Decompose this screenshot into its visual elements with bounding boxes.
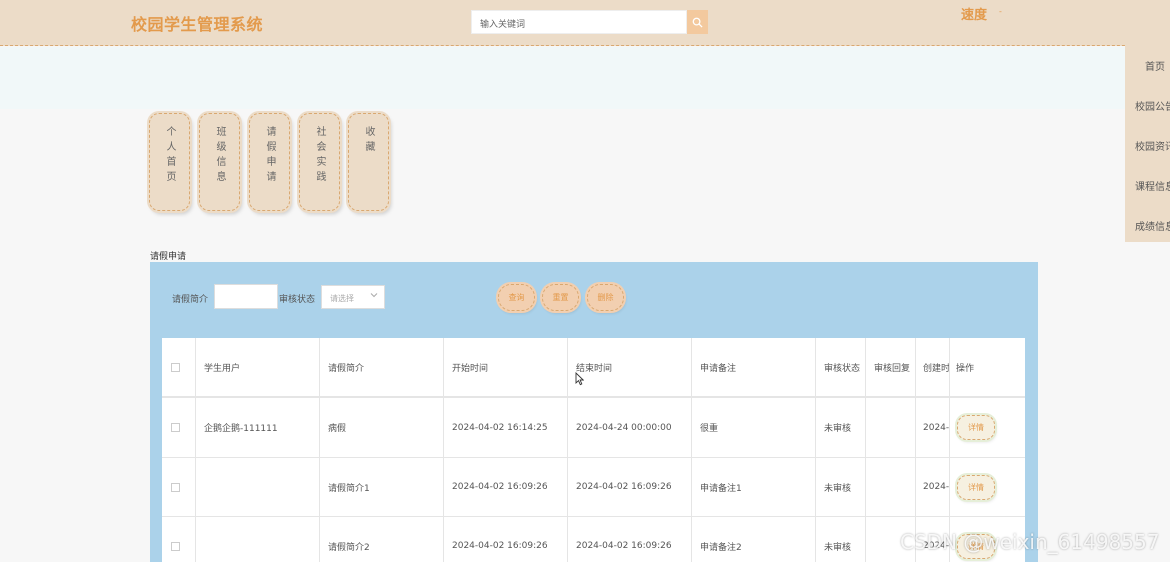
tab-label: 社会实践 xyxy=(314,126,325,186)
top-header: 校园学生管理系统 输入关键词 速度 - xyxy=(0,0,1170,46)
tab-label: 请假申请 xyxy=(264,126,275,186)
leave-request-panel: 请假简介 审核状态 请选择 查询 重置 删除 学生用户 请假简介 开始时间 结束… xyxy=(150,262,1038,562)
row-checkbox[interactable] xyxy=(171,541,180,551)
nav-item-home[interactable]: 首页 xyxy=(1145,58,1165,73)
cell-remark: 申请备注2 xyxy=(692,517,816,562)
cell-end: 2024-04-02 16:09:26 xyxy=(568,458,692,516)
column-header: 操作 xyxy=(956,363,975,374)
cell-reply xyxy=(866,458,916,516)
cell-user xyxy=(196,517,320,562)
column-header: 请假简介 xyxy=(320,338,444,396)
tab-profile[interactable]: 个人首页 xyxy=(149,113,190,211)
row-checkbox[interactable] xyxy=(171,423,180,432)
intro-filter-input[interactable] xyxy=(214,284,278,309)
cell-end: 2024-04-24 00:00:00 xyxy=(568,398,692,457)
status-filter-placeholder: 请选择 xyxy=(330,294,354,303)
column-header: 审核状态 xyxy=(816,338,866,396)
nav-item-courses[interactable]: 课程信息 xyxy=(1135,178,1170,193)
chevron-down-icon xyxy=(370,291,378,301)
mouse-cursor-icon xyxy=(575,372,584,386)
tab-label: 个人首页 xyxy=(164,126,175,186)
cell-start: 2024-04-02 16:09:26 xyxy=(444,458,568,516)
table-header-row: 学生用户 请假简介 开始时间 结束时间 申请备注 审核状态 审核回复 创建时间 … xyxy=(162,338,1025,398)
column-header: 开始时间 xyxy=(444,338,568,396)
table-row: 企鹅企鹅-111111 病假 2024-04-02 16:14:25 2024-… xyxy=(162,398,1025,458)
select-all-checkbox[interactable] xyxy=(171,362,180,372)
cell-status: 未审核 xyxy=(816,458,866,516)
nav-item-grades[interactable]: 成绩信息 xyxy=(1135,218,1170,233)
user-menu-chevron-icon[interactable]: - xyxy=(999,7,1002,16)
section-title: 请假申请 xyxy=(150,252,187,262)
delete-button[interactable]: 删除 xyxy=(587,284,624,311)
column-header: 申请备注 xyxy=(692,338,816,396)
row-select-cell[interactable] xyxy=(162,517,196,562)
column-header: 创建时间 xyxy=(916,338,950,396)
cell-created: 2024-0 xyxy=(916,398,950,457)
cell-action: 详情 xyxy=(950,458,1025,516)
row-select-cell[interactable] xyxy=(162,458,196,516)
cell-action: 详情 xyxy=(950,398,1025,457)
column-header: 学生用户 xyxy=(196,338,320,396)
cell-remark: 很重 xyxy=(692,398,816,457)
cell-intro: 病假 xyxy=(320,398,444,457)
detail-button[interactable]: 详情 xyxy=(957,415,995,440)
search-button[interactable] xyxy=(687,10,708,34)
row-select-cell[interactable] xyxy=(162,398,196,457)
cell-start: 2024-04-02 16:09:26 xyxy=(444,517,568,562)
app-title: 校园学生管理系统 xyxy=(131,15,264,34)
watermark: CSDN @weixin_61498557 xyxy=(900,530,1160,554)
table-row: 请假简介2 2024-04-02 16:09:26 2024-04-02 16:… xyxy=(162,517,1025,562)
nav-item-news[interactable]: 校园资讯 xyxy=(1135,138,1170,153)
banner xyxy=(0,47,1125,109)
cell-status: 未审核 xyxy=(816,517,866,562)
cell-start: 2024-04-02 16:14:25 xyxy=(444,398,568,457)
right-nav: 首页 校园公告 校园资讯 课程信息 成绩信息 xyxy=(1125,44,1170,242)
column-header: 审核回复 xyxy=(866,338,916,396)
tab-leave-request[interactable]: 请假申请 xyxy=(249,113,290,211)
user-menu[interactable]: 速度 xyxy=(961,4,987,23)
reset-button[interactable]: 重置 xyxy=(542,284,579,311)
select-all-cell[interactable] xyxy=(162,338,196,396)
tab-class-info[interactable]: 班级信息 xyxy=(199,113,240,211)
tab-label: 班级信息 xyxy=(214,126,225,186)
cell-end: 2024-04-02 16:09:26 xyxy=(568,517,692,562)
cell-intro: 请假简介1 xyxy=(320,458,444,516)
cell-user: 企鹅企鹅-111111 xyxy=(196,398,320,457)
cell-created: 2024-0 xyxy=(916,458,950,516)
status-filter-select[interactable]: 请选择 xyxy=(321,285,385,309)
intro-filter-label: 请假简介 xyxy=(172,295,209,305)
column-header: 结束时间 xyxy=(568,338,692,396)
nav-item-announcements[interactable]: 校园公告 xyxy=(1135,98,1170,113)
tab-social-practice[interactable]: 社会实践 xyxy=(299,113,340,211)
row-checkbox[interactable] xyxy=(171,482,180,492)
status-filter-label: 审核状态 xyxy=(279,295,316,305)
cell-user xyxy=(196,458,320,516)
leave-table: 学生用户 请假简介 开始时间 结束时间 申请备注 审核状态 审核回复 创建时间 … xyxy=(162,338,1025,562)
tab-label: 收藏 xyxy=(363,126,374,156)
cell-intro: 请假简介2 xyxy=(320,517,444,562)
query-button[interactable]: 查询 xyxy=(498,284,535,311)
search-icon xyxy=(692,17,703,28)
tab-favorites[interactable]: 收藏 xyxy=(348,113,389,211)
table-row: 请假简介1 2024-04-02 16:09:26 2024-04-02 16:… xyxy=(162,458,1025,517)
cell-status: 未审核 xyxy=(816,398,866,457)
detail-button[interactable]: 详情 xyxy=(957,474,995,500)
cell-remark: 申请备注1 xyxy=(692,458,816,516)
cell-reply xyxy=(866,398,916,457)
search-input[interactable]: 输入关键词 xyxy=(471,10,687,34)
